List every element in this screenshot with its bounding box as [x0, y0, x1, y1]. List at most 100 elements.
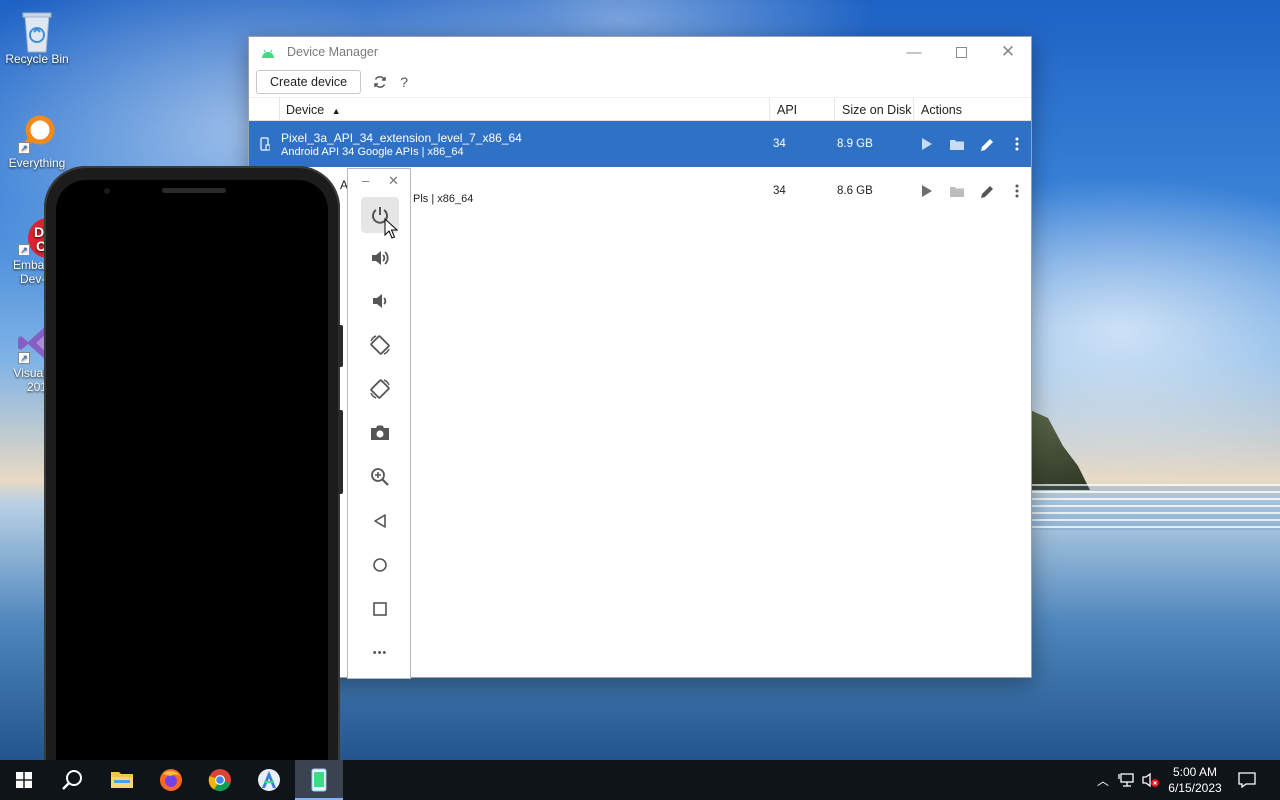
network-status-button[interactable]: [1116, 760, 1138, 800]
emulator-toolbar-titlebar: – ✕: [348, 169, 410, 193]
close-icon: ✕: [1000, 42, 1016, 61]
column-header-size[interactable]: Size on Disk: [842, 103, 911, 117]
home-circle-icon: [373, 558, 387, 572]
phone-device-icon: [260, 137, 270, 151]
device-name: Pixel_3a_API_34_extension_level_7_x86_64: [281, 131, 522, 145]
windows-logo-icon: [16, 772, 32, 788]
shortcut-arrow-icon: ↗: [18, 142, 30, 154]
rotate-right-button[interactable]: [361, 371, 399, 407]
back-triangle-icon: [374, 514, 386, 528]
earpiece-speaker: [162, 188, 226, 193]
show-on-disk-button[interactable]: [947, 134, 967, 154]
folder-icon: [111, 772, 133, 788]
clock-date: 6/15/2023: [1168, 781, 1222, 795]
zoom-button[interactable]: [361, 459, 399, 495]
more-options-button[interactable]: [1007, 181, 1027, 201]
overview-button[interactable]: [361, 591, 399, 627]
rotate-left-button[interactable]: [361, 327, 399, 363]
launch-button[interactable]: [917, 134, 937, 154]
column-header-device-label: Device: [286, 103, 325, 117]
help-button[interactable]: ?: [393, 71, 415, 93]
shortcut-arrow-icon: ↗: [18, 244, 30, 256]
folder-icon: [950, 139, 964, 150]
emulator-close-button[interactable]: ✕: [388, 173, 399, 189]
taskbar-file-explorer[interactable]: [98, 760, 146, 800]
magnifier-icon: ↗: [16, 112, 58, 154]
android-icon: [261, 47, 275, 58]
phone-power-key: [338, 325, 343, 367]
emulator-minimize-button[interactable]: –: [362, 173, 369, 188]
launch-button[interactable]: [917, 181, 937, 201]
extended-controls-button[interactable]: •••: [361, 635, 399, 671]
desktop-icon-recycle-bin[interactable]: Recycle Bin: [0, 8, 74, 66]
show-hidden-icons-button[interactable]: ︿: [1094, 760, 1112, 800]
table-row[interactable]: Pixel_3a_API_34_extension_level_7_x86_64…: [249, 121, 1031, 167]
taskbar-firefox[interactable]: [147, 760, 195, 800]
home-button[interactable]: [361, 547, 399, 583]
shortcut-arrow-icon: ↗: [18, 352, 30, 364]
emulator-screen[interactable]: [56, 180, 328, 800]
column-separator: [769, 98, 770, 122]
network-icon: [1118, 773, 1134, 787]
volume-up-icon: [372, 251, 389, 265]
search-button[interactable]: [48, 760, 96, 800]
action-center-button[interactable]: [1232, 760, 1262, 800]
camera-icon: [371, 425, 389, 440]
column-header-device[interactable]: Device ▲: [286, 103, 341, 117]
column-separator: [913, 98, 914, 122]
device-api: 34: [773, 185, 786, 197]
start-button[interactable]: [0, 760, 48, 800]
edit-button[interactable]: [977, 181, 997, 201]
recycle-bin-icon: [16, 8, 58, 53]
device-size: 8.6 GB: [837, 185, 873, 197]
mouse-cursor-icon: [384, 218, 398, 239]
more-dots-icon: •••: [372, 647, 388, 659]
show-on-disk-button[interactable]: [947, 181, 967, 201]
screenshot-button[interactable]: [361, 415, 399, 451]
refresh-icon: [374, 76, 386, 88]
sort-ascending-icon: ▲: [331, 106, 341, 116]
taskbar-chrome[interactable]: [196, 760, 244, 800]
rotate-right-icon: [370, 379, 390, 399]
edit-button[interactable]: [977, 134, 997, 154]
more-options-button[interactable]: [1007, 134, 1027, 154]
column-header-api[interactable]: API: [777, 103, 797, 117]
create-device-button[interactable]: Create device: [256, 70, 362, 94]
taskbar-emulator[interactable]: [295, 760, 343, 800]
emulator-toolbar: – ✕ •••: [347, 168, 411, 679]
kebab-menu-icon: [1015, 137, 1019, 151]
column-separator: [279, 98, 280, 122]
front-camera: [104, 188, 110, 194]
minimize-icon: —: [906, 43, 922, 61]
volume-up-button[interactable]: [361, 240, 399, 276]
volume-status-button[interactable]: [1140, 760, 1162, 800]
search-icon: [62, 770, 82, 790]
device-details: Android API 34 Google APIs | x86_64: [281, 146, 464, 158]
device-details: Pls | x86_64: [413, 193, 474, 205]
window-title: Device Manager: [287, 45, 379, 59]
close-button[interactable]: ✕: [985, 37, 1031, 67]
emulator-phone-frame[interactable]: [44, 166, 340, 800]
taskbar: ︿ 5:00 AM 6/15/2023: [0, 760, 1280, 800]
maximize-button[interactable]: [938, 37, 984, 67]
toolbar: Create device ?: [249, 67, 1031, 97]
overview-square-icon: [373, 602, 387, 616]
taskbar-clock[interactable]: 5:00 AM 6/15/2023: [1162, 764, 1228, 796]
android-studio-icon: [258, 769, 280, 791]
pencil-icon: [980, 185, 993, 198]
pencil-icon: [980, 138, 993, 151]
rotate-left-icon: [370, 335, 390, 355]
kebab-menu-icon: [1015, 184, 1019, 198]
wallpaper-rock: [1030, 410, 1090, 490]
folder-icon: [950, 186, 964, 197]
desktop-icon-label: Everything: [8, 156, 66, 170]
desktop-icon-everything[interactable]: ↗ Everything: [0, 112, 74, 170]
minimize-button[interactable]: —: [891, 37, 937, 67]
volume-down-button[interactable]: [361, 283, 399, 319]
window-titlebar[interactable]: Device Manager — ✕: [249, 37, 1031, 67]
play-icon: [922, 185, 932, 197]
taskbar-android-studio[interactable]: [245, 760, 293, 800]
back-button[interactable]: [361, 503, 399, 539]
wallpaper-waves: [1000, 484, 1280, 530]
refresh-button[interactable]: [369, 71, 391, 93]
